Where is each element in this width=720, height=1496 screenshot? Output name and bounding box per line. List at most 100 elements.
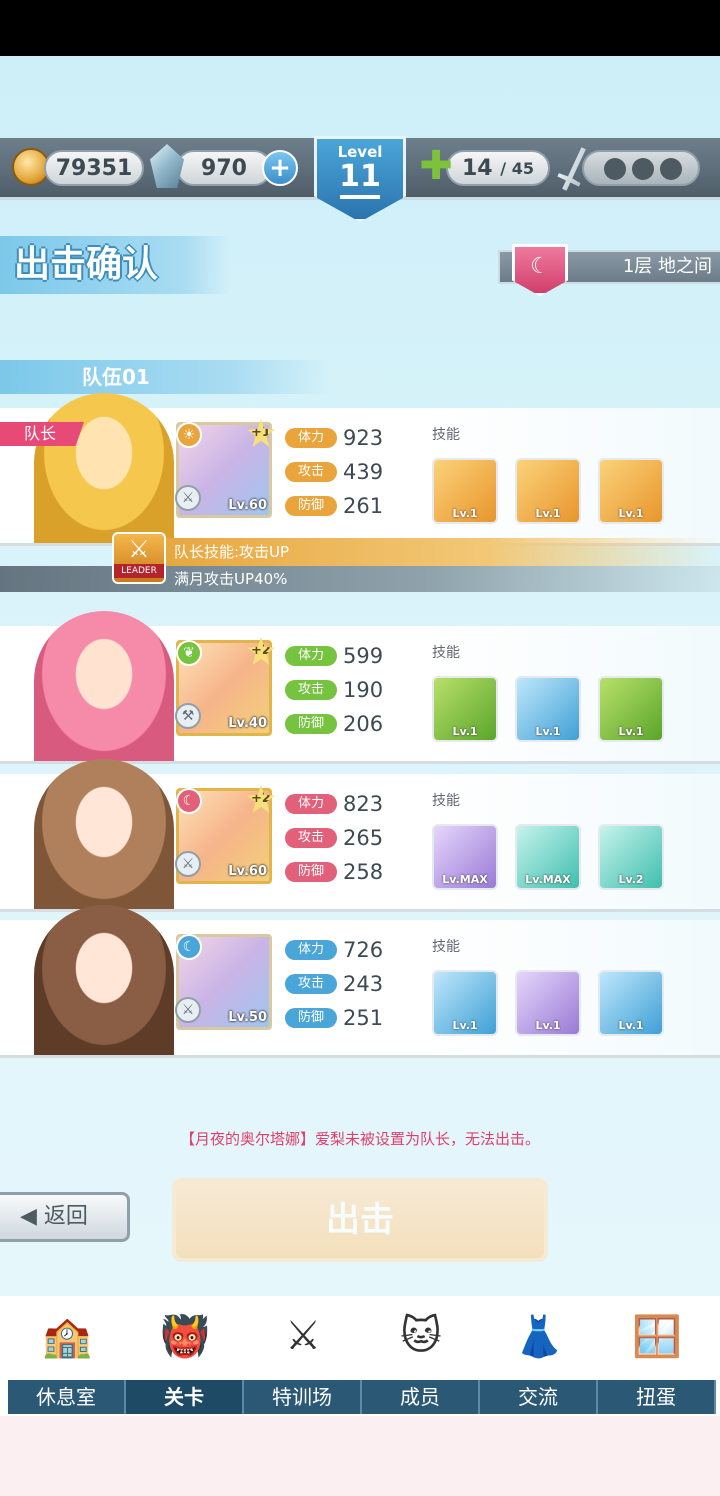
character-card-thumbnail[interactable]: ☀ +1 ⚔ Lv.60 [175,419,275,518]
skill-icon[interactable]: Lv.MAX [432,824,498,890]
skill-level: Lv.MAX [442,873,488,886]
skill-level: Lv.1 [452,725,478,738]
def-label: 防御 [285,1008,337,1028]
card-level: Lv.50 [228,1010,267,1025]
gauge-dot [660,158,682,180]
rank-plus-badge: +2 [247,637,275,665]
sun-attribute-icon: ☀ [176,422,202,448]
stat-hp: 体力 923 [285,426,383,450]
hammer-icon: ⚒ [175,703,201,729]
game-screen: 79351 970 + 14 / 45 ✚ Level 11 出击确认 1层 地… [0,56,720,1296]
hp-value: 726 [343,938,384,962]
atk-value: 243 [343,972,384,996]
skill-icon[interactable]: Lv.1 [515,458,581,524]
character-card-thumbnail[interactable]: ☾ ⚔ Lv.50 [175,934,272,1030]
leader-tag: 队长 [0,422,84,446]
skill-level: Lv.MAX [525,873,571,886]
crossed-swords-icon: ⚔ [285,1313,321,1359]
sortie-button[interactable]: 出击 [172,1178,548,1262]
leaf-attribute-icon: ❦ [176,640,202,666]
nav-item-gacha[interactable]: 🪟 扭蛋 [598,1296,716,1416]
atk-label: 攻击 [285,680,337,700]
member-card-2[interactable]: ❦ +2 ⚒ Lv.40 体力 599 攻击 190 防御 206 技能 Lv.1 L… [0,611,720,764]
level-bar [340,195,380,199]
skill-icon[interactable]: Lv.MAX [515,824,581,890]
atk-value: 439 [343,460,384,484]
stamina-plus-icon[interactable]: ✚ [418,146,454,186]
def-value: 251 [343,1006,384,1030]
page-title: 出击确认 [0,236,230,294]
nav-item-social[interactable]: 👗 交流 [480,1296,598,1416]
skill-icon[interactable]: Lv.2 [598,824,664,890]
hp-label: 体力 [285,646,337,666]
character-portrait [34,905,174,1055]
stat-hp: 体力 726 [285,938,383,962]
moon-attribute-icon: ☾ [512,244,568,296]
card-level: Lv.60 [228,864,267,879]
nav-item-lounge[interactable]: 🏫 休息室 [8,1296,126,1416]
leader-badge: LEADER [114,564,164,578]
warning-message: 【月夜的奥尔塔娜】爱梨未被设置为队长，无法出击。 [179,1130,540,1148]
skill-level: Lv.1 [535,1019,561,1032]
weapon-icon: ⚔ [175,485,201,511]
leader-skill-icon: ⚔ LEADER [112,532,166,584]
def-value: 261 [343,494,384,518]
gauge-dot [632,158,654,180]
skill-icon[interactable]: Lv.1 [432,458,498,524]
cat-mask-icon: 🐱 [400,1313,442,1359]
stat-def: 防御 258 [285,860,383,884]
skill-level: Lv.1 [452,1019,478,1032]
rank-plus-badge: +1 [247,419,275,447]
member-card-4[interactable]: ☾ ⚔ Lv.50 体力 726 攻击 243 防御 251 技能 Lv.1 Lv.1… [0,905,720,1058]
bottom-area [0,1416,720,1496]
stat-def: 防御 251 [285,1006,383,1030]
stat-atk: 攻击 243 [285,972,383,996]
team-name: 队伍01 [0,360,330,394]
status-bar [0,0,720,56]
character-portrait [34,393,174,543]
character-card-thumbnail[interactable]: ❦ +2 ⚒ Lv.40 [175,637,275,736]
character-portrait [34,611,174,761]
stat-hp: 体力 823 [285,792,383,816]
hp-label: 体力 [285,428,337,448]
nav-item-members[interactable]: 🐱 成员 [362,1296,480,1416]
skills-label: 技能 [432,939,460,955]
card-level: Lv.60 [228,498,267,513]
character-card-thumbnail[interactable]: ☾ +2 ⚔ Lv.60 [175,785,275,884]
level-badge: Level 11 [314,136,406,222]
back-button[interactable]: ◀ 返回 [0,1192,130,1242]
skill-level: Lv.2 [618,873,644,886]
nav-label: 交流 [480,1380,598,1414]
nav-label: 成员 [362,1380,480,1414]
atk-label: 攻击 [285,828,337,848]
skill-level: Lv.1 [535,507,561,520]
level-value: 11 [339,159,381,194]
gauge-dot [604,158,626,180]
hp-value: 823 [343,792,384,816]
weapon-icon: ⚔ [175,997,201,1023]
skill-icon[interactable]: Lv.1 [515,676,581,742]
skill-level: Lv.1 [535,725,561,738]
nav-item-training[interactable]: ⚔ 特训场 [244,1296,362,1416]
skill-level: Lv.1 [618,507,644,520]
add-gems-button[interactable]: + [262,150,298,186]
uniform-icon: 👗 [514,1313,564,1360]
member-card-1[interactable]: 队长 ☀ +1 ⚔ Lv.60 体力 923 攻击 439 防御 261 技能 Lv.… [0,393,720,546]
leader-skill-title: 队长技能:攻击UP [140,538,720,566]
nav-label: 扭蛋 [598,1380,716,1414]
skill-icon[interactable]: Lv.1 [515,970,581,1036]
rank-plus-badge: +2 [247,785,275,813]
skill-level: Lv.1 [618,1019,644,1032]
skill-icon[interactable]: Lv.1 [598,676,664,742]
skill-icon[interactable]: Lv.1 [432,970,498,1036]
def-label: 防御 [285,862,337,882]
skill-icon[interactable]: Lv.1 [432,676,498,742]
coin-count: 79351 [44,150,144,186]
nav-item-stages[interactable]: 👹 关卡 [126,1296,244,1416]
member-card-3[interactable]: ☾ +2 ⚔ Lv.60 体力 823 攻击 265 防御 258 技能 Lv.MAX… [0,759,720,912]
leader-skill-desc: 满月攻击UP40% [0,566,720,592]
skill-icon[interactable]: Lv.1 [598,458,664,524]
skill-icon[interactable]: Lv.1 [598,970,664,1036]
skills-label: 技能 [432,645,460,661]
demon-icon: 👹 [160,1313,210,1360]
